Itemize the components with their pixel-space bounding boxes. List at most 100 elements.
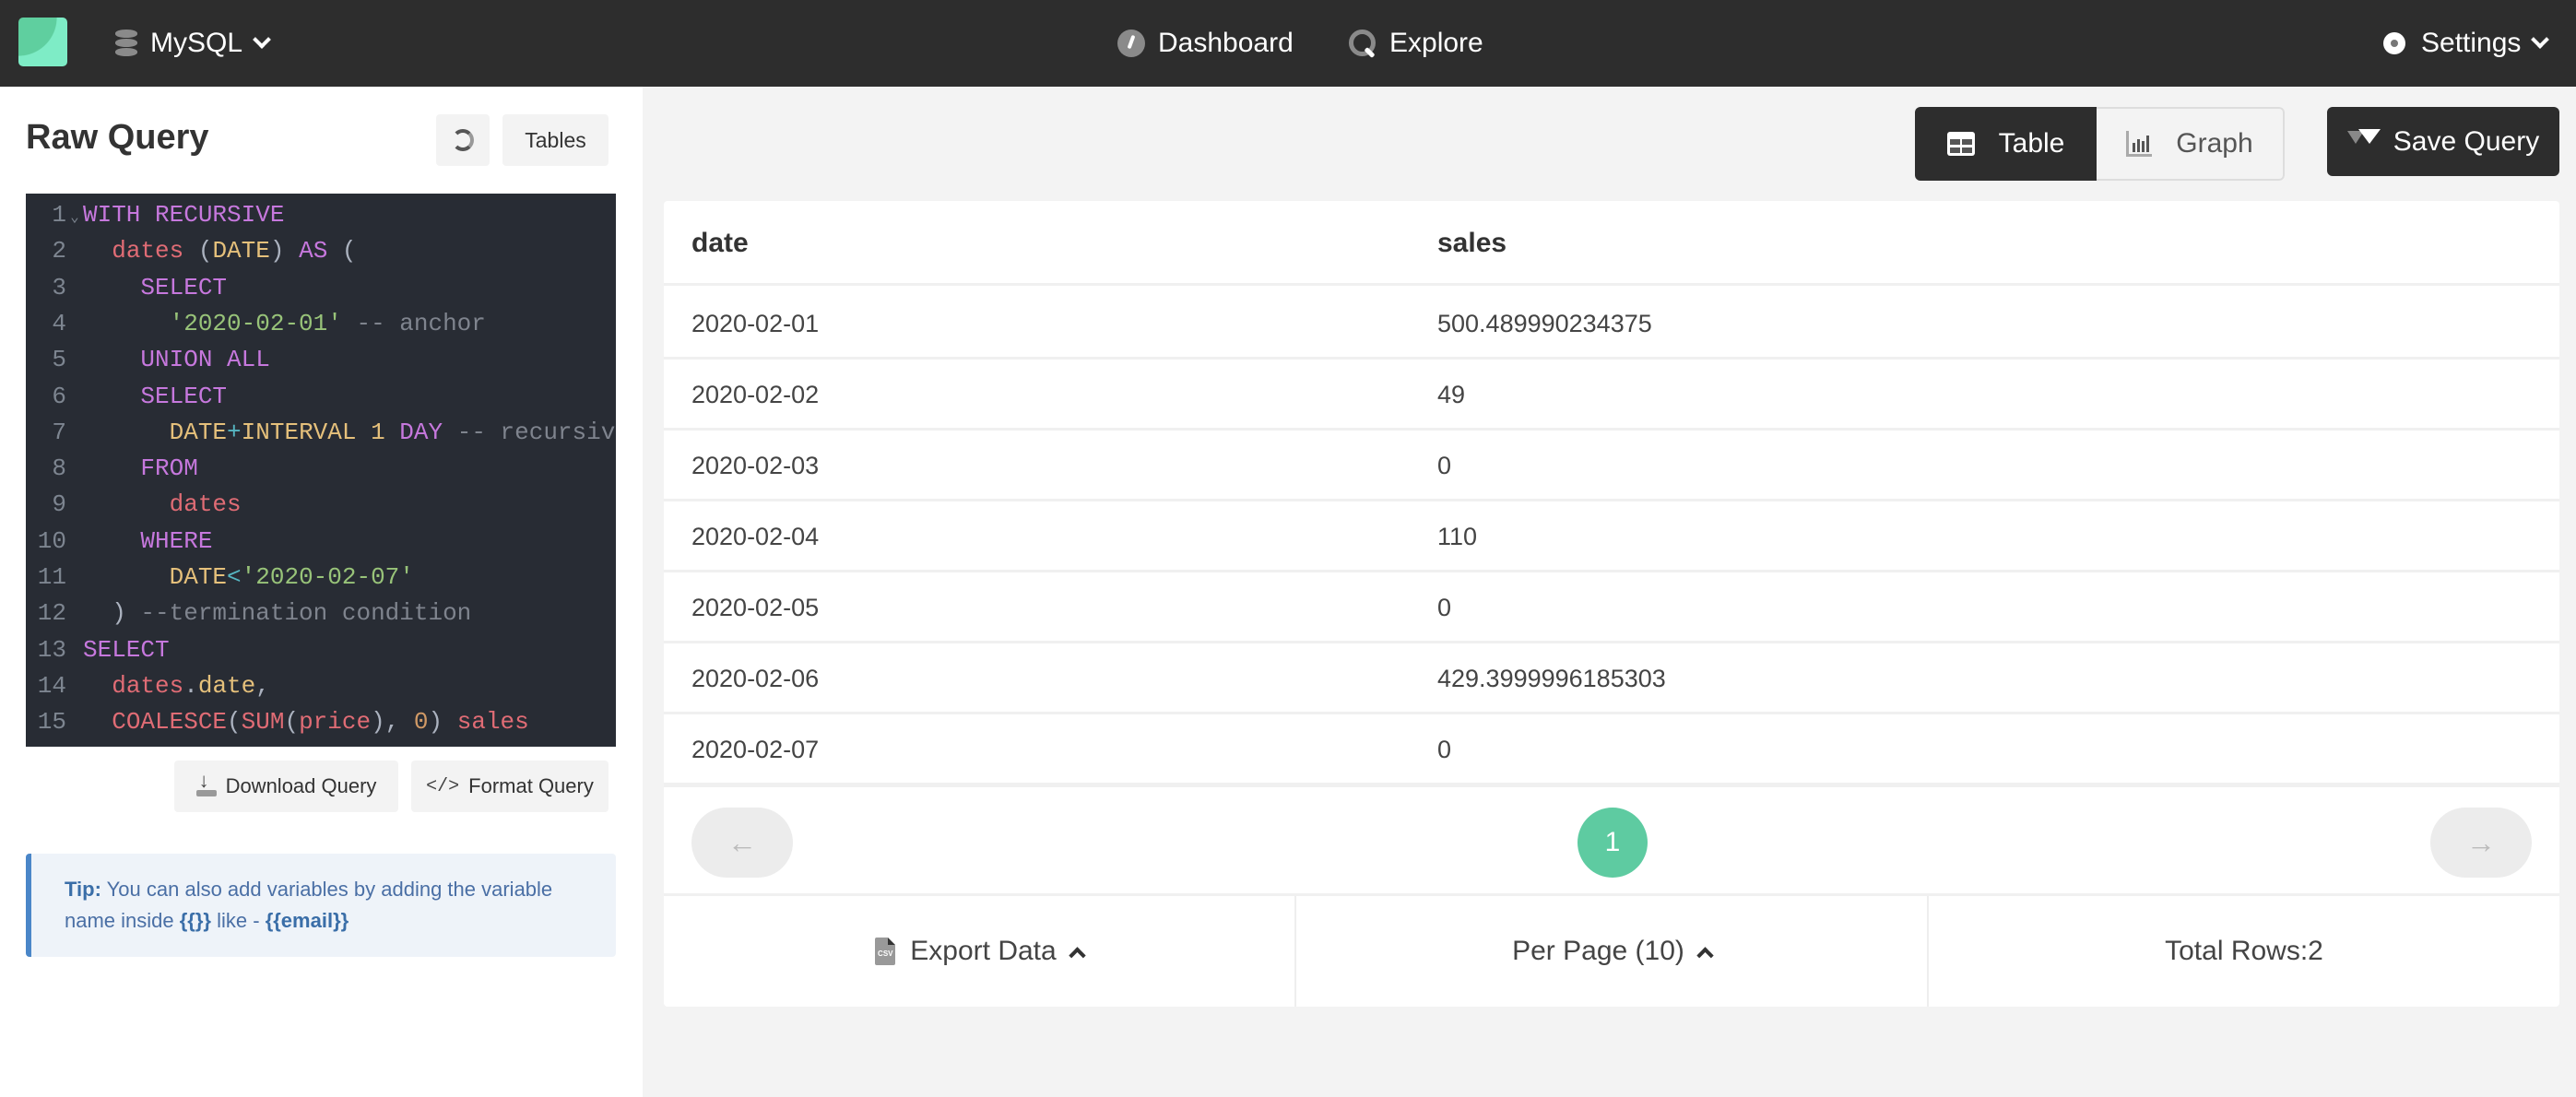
code-line: 4 '2020-02-01' -- anchor xyxy=(26,306,616,342)
line-number: 4 xyxy=(52,309,66,337)
line-number: 7 xyxy=(52,418,66,446)
code-token: ( xyxy=(327,237,357,265)
code-token: date xyxy=(197,671,256,700)
table-footer: CSV Export Data Per Page (10) Total Rows… xyxy=(664,896,2559,1007)
code-token: WHERE xyxy=(140,526,213,555)
code-token: -- recursive xyxy=(443,418,616,446)
column-header-sales[interactable]: sales xyxy=(1437,201,1507,286)
table-row: 2020-02-05 0 xyxy=(664,572,2559,643)
tip-box: Tip: You can also add variables by addin… xyxy=(26,854,616,957)
prev-page-button[interactable]: ← xyxy=(691,808,793,878)
code-text: '2020-02-01' -- anchor xyxy=(83,310,486,337)
cell-sales: 500.489990234375 xyxy=(1437,310,1652,337)
cell-sales: 429.3999996185303 xyxy=(1437,665,1666,692)
code-token: ) xyxy=(269,237,300,265)
settings-menu[interactable]: Settings xyxy=(2381,20,2550,66)
format-query-label: Format Query xyxy=(468,774,594,797)
chevron-up-icon xyxy=(1696,946,1714,964)
code-token: WITH RECURSIVE xyxy=(83,201,285,229)
code-token: . xyxy=(183,671,198,700)
cell-date: 2020-02-06 xyxy=(691,665,820,692)
code-line: 2 dates (DATE) AS ( xyxy=(26,233,616,269)
table-row: 2020-02-02 49 xyxy=(664,360,2559,431)
code-line: 8 FROM xyxy=(26,451,616,487)
line-number: 14 xyxy=(37,671,66,700)
nav-dashboard[interactable]: Dashboard xyxy=(1117,20,1294,66)
code-text: DATE+INTERVAL 1 DAY -- recursive xyxy=(83,419,616,446)
pagination: ← 1 → xyxy=(664,784,2559,896)
gauge-icon xyxy=(1117,29,1145,57)
line-number: 13 xyxy=(37,635,66,664)
fold-chevron-icon[interactable]: ⌄ xyxy=(66,200,83,236)
tables-button[interactable]: Tables xyxy=(502,114,609,166)
code-text: FROM xyxy=(83,454,198,483)
code-text: WHERE xyxy=(83,527,212,555)
download-icon xyxy=(195,769,217,796)
tab-graph[interactable]: Graph xyxy=(2097,107,2285,181)
code-token: SELECT xyxy=(83,635,170,664)
next-page-button[interactable]: → xyxy=(2430,808,2532,878)
code-token: < xyxy=(227,563,242,591)
tip-text-2: like - xyxy=(211,909,266,932)
code-text: SELECT xyxy=(83,274,227,301)
code-token: SELECT xyxy=(140,382,228,410)
table-row: 2020-02-06 429.3999996185303 xyxy=(664,643,2559,714)
cell-sales: 110 xyxy=(1437,523,1478,550)
code-token: DATE xyxy=(169,418,228,446)
view-toggle: Table Graph xyxy=(1915,107,2285,181)
per-page-selector[interactable]: Per Page (10) xyxy=(1296,896,1929,1007)
column-header-date[interactable]: date xyxy=(691,201,749,286)
tab-table[interactable]: Table xyxy=(1915,107,2097,181)
total-rows-label: Total Rows:2 xyxy=(2165,936,2323,966)
line-number: 9 xyxy=(52,490,66,519)
tip-prefix: Tip: xyxy=(65,878,101,901)
csv-file-icon: CSV xyxy=(875,938,896,965)
code-token: '2020-02-01' xyxy=(169,309,342,337)
code-token: SUM xyxy=(241,708,285,737)
code-text: ) --termination condition xyxy=(83,599,471,627)
line-number: 10 xyxy=(37,526,66,555)
code-token: ) xyxy=(428,708,457,737)
code-token: COALESCE xyxy=(112,708,228,737)
cell-sales: 0 xyxy=(1437,594,1452,621)
page-1-button[interactable]: 1 xyxy=(1578,808,1648,878)
chevron-up-icon xyxy=(1069,946,1086,964)
line-number: 2 xyxy=(52,237,66,265)
format-query-button[interactable]: </> Format Query xyxy=(411,761,609,812)
code-line: 15 COALESCE(SUM(price), 0) sales xyxy=(26,704,616,740)
search-icon xyxy=(1349,29,1377,57)
cell-sales: 0 xyxy=(1437,736,1452,763)
app-logo[interactable] xyxy=(18,18,67,66)
code-text: dates (DATE) AS ( xyxy=(83,237,357,265)
table-row: 2020-02-07 0 xyxy=(664,714,2559,785)
code-token: price xyxy=(299,708,372,737)
code-line: 12 ) --termination condition xyxy=(26,596,616,631)
tab-table-label: Table xyxy=(1998,128,2065,159)
code-text: COALESCE(SUM(price), 0) sales xyxy=(83,708,529,736)
line-number: 1 xyxy=(52,201,66,229)
export-data-button[interactable]: CSV Export Data xyxy=(664,896,1296,1007)
code-token: SELECT xyxy=(140,273,228,301)
nav-dashboard-label: Dashboard xyxy=(1158,28,1294,58)
save-query-button[interactable]: Save Query xyxy=(2327,107,2559,176)
code-token: FROM xyxy=(140,454,198,483)
nav-explore[interactable]: Explore xyxy=(1349,20,1483,66)
code-line: 6 SELECT xyxy=(26,379,616,415)
cell-date: 2020-02-01 xyxy=(691,310,820,337)
download-query-label: Download Query xyxy=(225,774,377,797)
code-token: dates xyxy=(112,237,184,265)
code-text: WITH RECURSIVE xyxy=(83,201,284,229)
code-token: dates xyxy=(169,490,242,519)
download-query-button[interactable]: Download Query xyxy=(174,761,398,812)
refresh-button[interactable] xyxy=(436,114,490,166)
table-row: 2020-02-01 500.489990234375 xyxy=(664,289,2559,360)
cell-date: 2020-02-05 xyxy=(691,594,820,621)
database-selector[interactable]: MySQL xyxy=(115,23,271,64)
code-icon: </> xyxy=(426,775,460,797)
sql-editor[interactable]: 1 ⌄ WITH RECURSIVE 2 dates (DATE) AS (3 SEL… xyxy=(26,194,616,747)
